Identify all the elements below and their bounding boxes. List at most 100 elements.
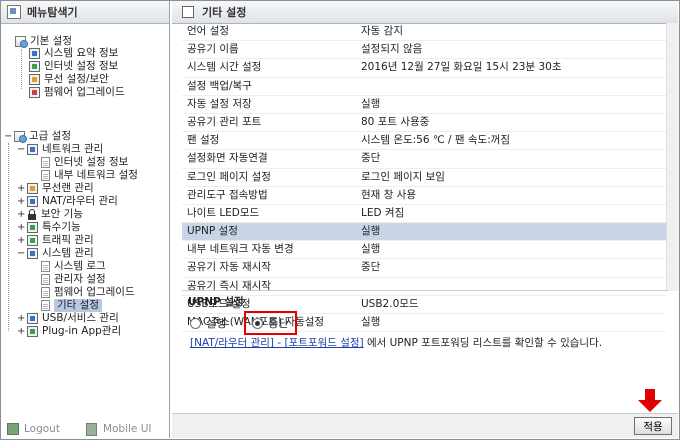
special-icon [27,222,38,233]
tree-group-nat-router[interactable]: + NAT/라우터 관리 [17,195,118,208]
settings-row[interactable]: 나이트 LED모드 LED 켜짐 [182,205,666,224]
settings-panel: 기타 설정 언어 설정 자동 감지공유기 이름 설정되지 않음 시스템 시간 설정 20… [172,1,679,438]
tree-group-traffic[interactable]: + 트래픽 관리 [17,234,94,247]
tree-item-firmware-upgrade[interactable]: 펌웨어 업그레이드 [41,286,135,299]
settings-row[interactable]: 자동 설정 저장 실행 [182,96,666,114]
tree-label: 인터넷 설정 정보 [44,60,119,72]
tree-item-firmware-upgrade-basic[interactable]: 펌웨어 업그레이드 [29,86,125,99]
settings-row[interactable]: 공유기 이름 설정되지 않음 [182,41,666,60]
radio-stop-label: 중단 [268,317,289,330]
settings-row[interactable]: 공유기 자동 재시작 중단 [182,259,666,278]
tree-label: 트래픽 관리 [42,234,94,246]
plugin-icon [27,326,38,337]
settings-row[interactable]: 내부 네트워크 자동 변경 실행 [182,241,666,260]
setting-value: LED 켜짐 [361,206,405,219]
apply-button[interactable]: 적용 [634,417,672,435]
tree-item-other-settings[interactable]: 기타 설정 [41,299,102,312]
radio-stop-option[interactable]: 중단 [244,311,297,335]
setting-label: 자동 설정 저장 [187,97,252,110]
mobile-ui-link[interactable]: Mobile UI [60,422,152,436]
section-divider [182,290,668,291]
menu-explorer-panel: 메뉴탐색기 기본 설정 시스템 요약 정보 인터넷 설정 정보 무선 설정/보안… [1,1,170,438]
setting-label: 공유기 이름 [187,43,239,56]
tree-item-wireless-security[interactable]: 무선 설정/보안 [29,73,109,86]
expand-icon[interactable]: + [17,221,25,234]
settings-row[interactable]: 로그인 페이지 설정 로그인 페이지 보임 [182,169,666,187]
setting-label: 내부 네트워크 자동 변경 [187,243,294,256]
collapse-icon[interactable]: − [17,143,25,156]
settings-row[interactable]: 공유기 즉시 재시작 [182,278,666,296]
upnp-section-title: UPNP 설정 [188,296,244,308]
tree-group-network[interactable]: − 네트워크 관리 [17,143,103,156]
setting-label: UPNP 설정 [187,225,238,238]
tree-group-security[interactable]: + 보안 기능 [17,208,83,221]
settings-list: 언어 설정 자동 감지공유기 이름 설정되지 않음 시스템 시간 설정 2016년 12… [182,23,666,333]
settings-row[interactable]: 설정화면 자동연결 중단 [182,150,666,169]
tree-label: 펌웨어 업그레이드 [54,286,135,298]
tree-label: 네트워크 관리 [42,143,104,155]
tree-label: NAT/라우터 관리 [42,195,118,207]
tree-item-lan-settings[interactable]: 내부 네트워크 설정 [41,169,138,182]
collapse-icon[interactable]: − [17,247,25,260]
tree-label: 인터넷 설정 정보 [54,156,129,168]
settings-list-scrollbar[interactable] [666,23,679,291]
globe-icon [29,61,40,72]
mobile-icon [85,422,97,436]
monitor-icon [29,48,40,59]
tree-group-usb[interactable]: + USB/서비스 관리 [17,312,119,325]
logout-link[interactable]: Logout [1,423,60,435]
expand-icon[interactable]: + [17,325,25,338]
tree-item-system-log[interactable]: 시스템 로그 [41,260,106,273]
settings-row[interactable]: 설정 백업/복구 [182,78,666,96]
settings-row[interactable]: 언어 설정 자동 감지 [182,23,666,42]
expand-icon[interactable]: + [17,195,25,208]
tree-group-system[interactable]: − 시스템 관리 [17,247,94,260]
menu-explorer-header: 메뉴탐색기 [1,1,169,24]
page-icon [41,300,50,311]
setting-label: 언어 설정 [187,25,229,37]
setting-label: 팬 설정 [187,134,220,147]
setting-label: 설정화면 자동연결 [187,152,268,165]
tree-group-special[interactable]: + 특수기능 [17,221,81,234]
mobile-ui-label: Mobile UI [102,423,152,435]
settings-row[interactable]: 팬 설정 시스템 온도:56 ℃ / 팬 속도:꺼짐 [182,132,666,151]
page-icon [41,157,50,168]
settings-row[interactable]: 공유기 관리 포트 80 포트 사용중 [182,114,666,133]
expand-icon[interactable]: + [17,312,25,325]
page-title: 기타 설정 [202,6,247,19]
setting-value: 자동 감지 [361,25,403,37]
page-icon [41,170,50,181]
radio-stop[interactable] [252,317,264,329]
page-icon [41,274,50,285]
expand-icon[interactable]: + [17,182,25,195]
lock-icon [27,209,37,220]
tree-item-admin-settings[interactable]: 관리자 설정 [41,273,106,286]
port-forward-link[interactable]: [NAT/라우터 관리] - [포트포워드 설정] [190,337,364,349]
tree-label: 고급 설정 [29,130,71,142]
tree-group-wireless[interactable]: + 무선랜 관리 [17,182,94,195]
tree-item-internet-settings[interactable]: 인터넷 설정 정보 [41,156,128,169]
settings-row[interactable]: 시스템 시간 설정 2016년 12월 27일 화요일 15시 23분 30초 [182,59,666,78]
setting-value: 현재 창 사용 [361,188,416,201]
tree-label: 시스템 관리 [42,247,94,259]
expand-icon[interactable]: + [17,208,25,221]
network-icon [27,144,38,155]
tree-group-plugin[interactable]: + Plug-in App관리 [17,325,121,338]
setting-label: 로그인 페이지 설정 [187,170,271,183]
settings-row[interactable]: UPNP 설정 실행 [182,223,666,242]
tree-group-advanced[interactable]: − 고급 설정 [4,130,71,143]
info-message: 에서 UPNP 포트포워딩 리스트를 확인할 수 있습니다. [363,337,603,349]
tree-label: 특수기능 [42,221,81,233]
setting-label: 나이트 LED모드 [187,206,260,219]
tree-item-system-summary[interactable]: 시스템 요약 정보 [29,47,118,60]
setting-value: 실행 [361,225,381,238]
collapse-icon[interactable]: − [4,130,12,143]
tree-item-internet-info[interactable]: 인터넷 설정 정보 [29,60,118,73]
expand-icon[interactable]: + [17,234,25,247]
setting-value [361,78,666,95]
settings-row[interactable]: 관리도구 접속방법 현재 창 사용 [182,187,666,205]
setting-value: 2016년 12월 27일 화요일 15시 23분 30초 [361,61,562,74]
radio-run[interactable] [190,317,201,329]
radio-run-option[interactable]: 실행 [190,315,226,331]
setting-label: 시스템 시간 설정 [187,61,262,74]
